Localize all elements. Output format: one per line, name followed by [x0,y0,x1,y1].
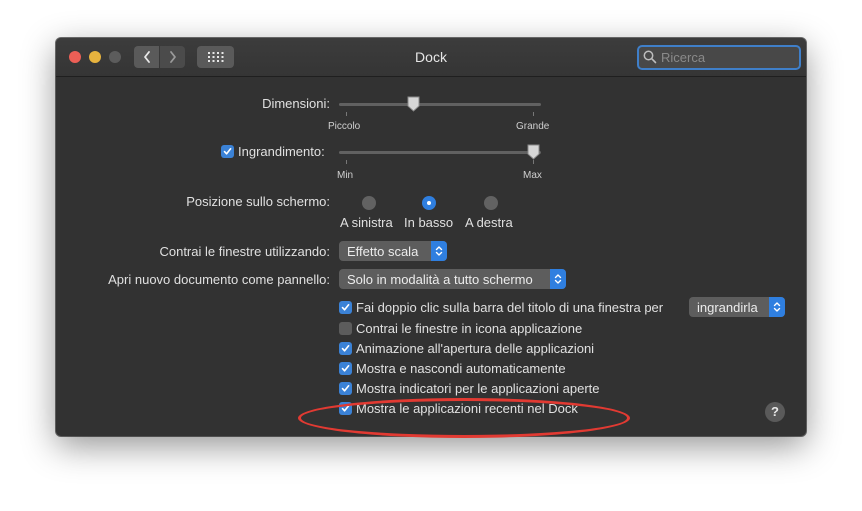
magnification-tick-min [346,160,347,164]
checkmark-icon [341,365,350,372]
checkmark-icon [341,385,350,392]
magnification-slider-track[interactable] [339,151,541,154]
search-icon [643,50,657,64]
minimize-effect-popup[interactable]: Effetto scala [339,241,447,261]
size-slider-track[interactable] [339,103,541,106]
magnification-min-label: Min [337,170,354,181]
animate-opening-label: Animazione all'apertura delle applicazio… [356,341,595,356]
minimize-into-icon-label: Contrai le finestre in icona applicazion… [356,321,583,336]
magnification-checkbox[interactable] [221,145,234,158]
highlight-ellipse [298,398,630,438]
updown-arrows-icon [431,241,447,261]
show-indicators-checkbox[interactable] [339,382,352,395]
autohide-label: Mostra e nascondi automaticamente [356,361,566,376]
minimize-effect-label: Contrai le finestre utilizzando: [159,244,330,259]
prefer-tabs-popup[interactable]: Solo in modalità a tutto schermo [339,269,566,289]
magnification-tick-max [533,160,534,164]
help-button[interactable]: ? [765,402,785,422]
title-bar: Dock [56,38,806,77]
position-label: Posizione sullo schermo: [186,194,330,209]
preferences-content: Dimensioni: Piccolo Grande Ingrandimento… [56,77,806,436]
minimize-effect-value: Effetto scala [347,244,419,259]
magnification-label: Ingrandimento: [238,144,325,159]
position-left-label: A sinistra [340,215,393,230]
prefer-tabs-label: Apri nuovo documento come pannello: [108,272,330,287]
magnification-max-label: Max [523,170,542,181]
updown-arrows-icon [769,297,785,317]
search-field[interactable] [637,45,801,70]
checkmark-icon [341,345,350,352]
autohide-checkbox[interactable] [339,362,352,375]
double-click-checkbox[interactable] [339,301,352,314]
size-max-label: Grande [516,121,550,132]
position-right-radio[interactable] [484,196,498,210]
checkmark-icon [223,148,232,155]
prefer-tabs-value: Solo in modalità a tutto schermo [347,272,533,287]
double-click-value: ingrandirla [697,300,758,315]
position-bottom-radio[interactable] [422,196,436,210]
size-slider-thumb[interactable] [407,96,420,112]
updown-arrows-icon [550,269,566,289]
position-left-radio[interactable] [362,196,376,210]
size-label: Dimensioni: [262,96,330,111]
size-tick-max [533,112,534,116]
animate-opening-checkbox[interactable] [339,342,352,355]
show-indicators-label: Mostra indicatori per le applicazioni ap… [356,381,600,396]
dock-preferences-window: Dock Dimensioni: Piccolo Grande Ingrandi… [56,38,806,436]
search-input[interactable] [661,48,791,66]
magnification-slider-thumb[interactable] [527,144,540,160]
size-tick-min [346,112,347,116]
checkmark-icon [341,304,350,311]
size-min-label: Piccolo [328,121,361,132]
double-click-label: Fai doppio clic sulla barra del titolo d… [356,300,664,315]
minimize-into-icon-checkbox[interactable] [339,322,352,335]
double-click-popup[interactable]: ingrandirla [689,297,785,317]
position-right-label: A destra [465,215,513,230]
position-bottom-label: In basso [404,215,454,230]
